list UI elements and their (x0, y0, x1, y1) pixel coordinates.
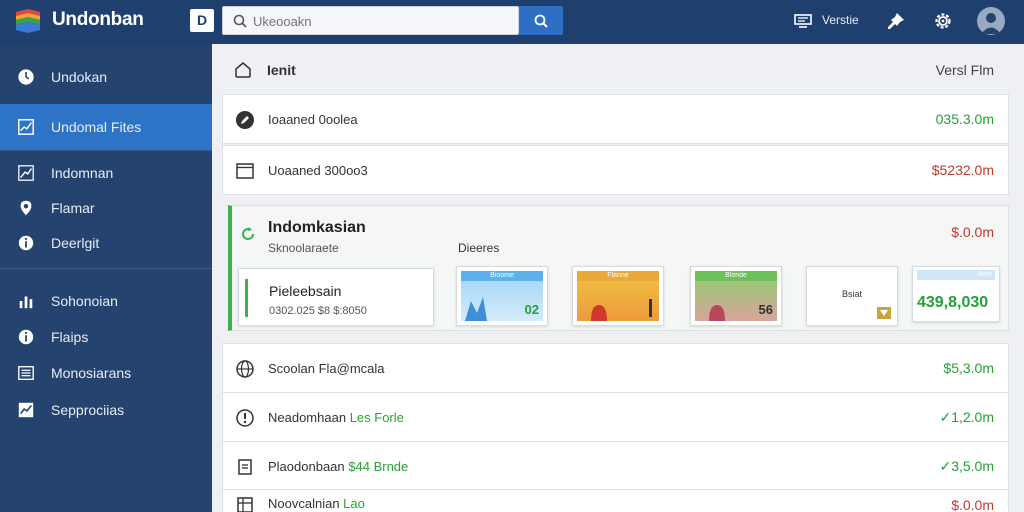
panel-middle-label: Dieeres (458, 241, 500, 255)
sidebar-item-label: Deerlgit (51, 235, 100, 251)
sidebar-item-label: Sohonoian (51, 293, 118, 309)
home-icon[interactable] (234, 61, 252, 79)
document-icon (238, 459, 252, 475)
thumbnail-head: Bioome (461, 271, 543, 281)
panel-subtitle: Sknoolaraete (268, 241, 339, 255)
monitor-icon[interactable] (793, 11, 813, 31)
sidebar-item-flamar[interactable]: Flamar (0, 190, 212, 226)
sidebar-item-deerlgit[interactable]: Deerlgit (0, 225, 212, 261)
bar-chart-icon (19, 296, 33, 309)
info-icon (18, 235, 34, 251)
panel-title: Indomkasian (268, 219, 366, 236)
list-item[interactable]: Plaodonbaan $44 Brnde ✓3,5.0m (222, 441, 1009, 491)
thumbnail-card[interactable]: Bioome 02 (456, 266, 548, 326)
edit-icon (236, 111, 254, 129)
thumbnail-number: 56 (758, 302, 773, 317)
pin-icon (20, 200, 32, 216)
row-value: $5,3.0m (943, 360, 994, 376)
app-logo-icon[interactable] (14, 8, 42, 34)
search-icon (534, 14, 548, 28)
row-value: ✓1,2.0m (939, 409, 994, 425)
gear-icon[interactable] (933, 11, 953, 31)
chart-icon (18, 119, 34, 135)
detail-card-accent (245, 279, 248, 317)
sidebar-item-undokan[interactable]: Undokan (0, 59, 212, 95)
list-icon (18, 366, 34, 380)
list-item[interactable]: Uoaaned 300oo3 $5232.0m (222, 145, 1009, 195)
sidebar-item-indomnan[interactable]: Indomnan (0, 155, 212, 191)
sidebar-item-label: Monosiarans (51, 365, 132, 381)
chart-icon (18, 402, 34, 418)
row-label: Plaodonbaan $44 Brnde (268, 459, 409, 474)
sidebar-item-label: Flamar (51, 200, 95, 216)
trend-icon (18, 165, 34, 181)
page-title: Ienit (267, 62, 296, 78)
search-button[interactable] (519, 6, 563, 35)
list-item[interactable]: Scoolan Fla@mcala $5,3.0m (222, 343, 1009, 393)
main-header: Ienit Versl Flm (222, 50, 1008, 88)
refresh-icon (242, 227, 255, 241)
sidebar-item-label: Indomnan (51, 165, 114, 181)
list-item[interactable]: Noovcalnian Lao $.0.0m (222, 489, 1009, 512)
app-title: Undonban (52, 9, 144, 30)
sidebar-item-label: Flaips (51, 329, 89, 345)
list-item[interactable]: Ioaaned 0oolea 035.3.0m (222, 94, 1009, 144)
clock-icon (18, 69, 34, 85)
sidebar-item-undomal-fites[interactable]: Undomal Fites (0, 104, 212, 150)
header-right-link[interactable]: Versl Flm (936, 62, 994, 78)
sidebar-item-label: Undomal Fites (51, 119, 142, 135)
down-arrow-icon (877, 307, 891, 319)
d-button[interactable]: D (190, 9, 214, 32)
thumbnail-number: 02 (524, 302, 539, 317)
sidebar-item-flaips[interactable]: Flaips (0, 319, 212, 355)
grid-icon (237, 497, 253, 512)
expanded-panel: Indomkasian Sknoolaraete Dieeres $.0.0m … (228, 205, 1009, 331)
verbs-label[interactable]: Verstie (822, 13, 859, 27)
info-icon (18, 329, 34, 345)
thumbnail-card[interactable]: Blonde 56 (690, 266, 782, 326)
sidebar: Undokan Undomal Fites Indomnan Flamar De… (0, 44, 212, 512)
detail-card-subtitle: 0302.025 $8 $:8050 (269, 305, 367, 317)
avatar[interactable] (977, 7, 1005, 35)
sidebar-divider (0, 150, 212, 151)
sidebar-item-label: Sepprociias (51, 402, 125, 418)
row-label: Uoaaned 300oo3 (268, 163, 368, 178)
list-item[interactable]: Neadomhaan Les Forle ✓1,2.0m (222, 392, 1009, 442)
thumbnail-head: Blonde (695, 271, 777, 281)
top-bar: Undonban D Verstie (0, 0, 1024, 44)
window-icon (236, 163, 254, 179)
user-icon (981, 13, 1001, 34)
row-value: 035.3.0m (935, 111, 994, 127)
search-box (222, 6, 519, 35)
alert-icon (236, 409, 254, 427)
panel-value: $.0.0m (951, 224, 994, 240)
row-label: Scoolan Fla@mcala (268, 361, 385, 376)
search-icon (233, 14, 247, 28)
mini-card[interactable]: Bsiat (806, 266, 898, 326)
row-value: $.0.0m (951, 497, 994, 512)
sidebar-item-sohonoian[interactable]: Sohonoian (0, 283, 212, 319)
sidebar-divider (0, 268, 212, 269)
pin-icon[interactable] (886, 11, 906, 31)
search-input[interactable] (253, 11, 508, 31)
row-value: $5232.0m (931, 162, 994, 178)
thumbnail-head: Flanne (577, 271, 659, 281)
total-card-number: 439,8,030 (917, 294, 989, 311)
row-label: Neadomhaan Les Forle (268, 410, 404, 425)
row-label: Ioaaned 0oolea (268, 112, 358, 127)
total-card-head: Ame (917, 270, 995, 280)
detail-card[interactable]: Pieleebsain 0302.025 $8 $:8050 (238, 268, 434, 326)
detail-card-title: Pieleebsain (269, 283, 342, 299)
globe-icon (236, 360, 254, 378)
sidebar-item-label: Undokan (51, 69, 108, 85)
thumbnail-card[interactable]: Flanne (572, 266, 664, 326)
row-value: ✓3,5.0m (939, 458, 994, 474)
mini-card-text: Bsiat (841, 289, 862, 299)
sidebar-item-monosiarans[interactable]: Monosiarans (0, 355, 212, 391)
total-card[interactable]: Ame 439,8,030 (912, 266, 1000, 322)
row-label: Noovcalnian Lao (268, 496, 365, 511)
sidebar-item-sepprociias[interactable]: Sepprociias (0, 392, 212, 428)
